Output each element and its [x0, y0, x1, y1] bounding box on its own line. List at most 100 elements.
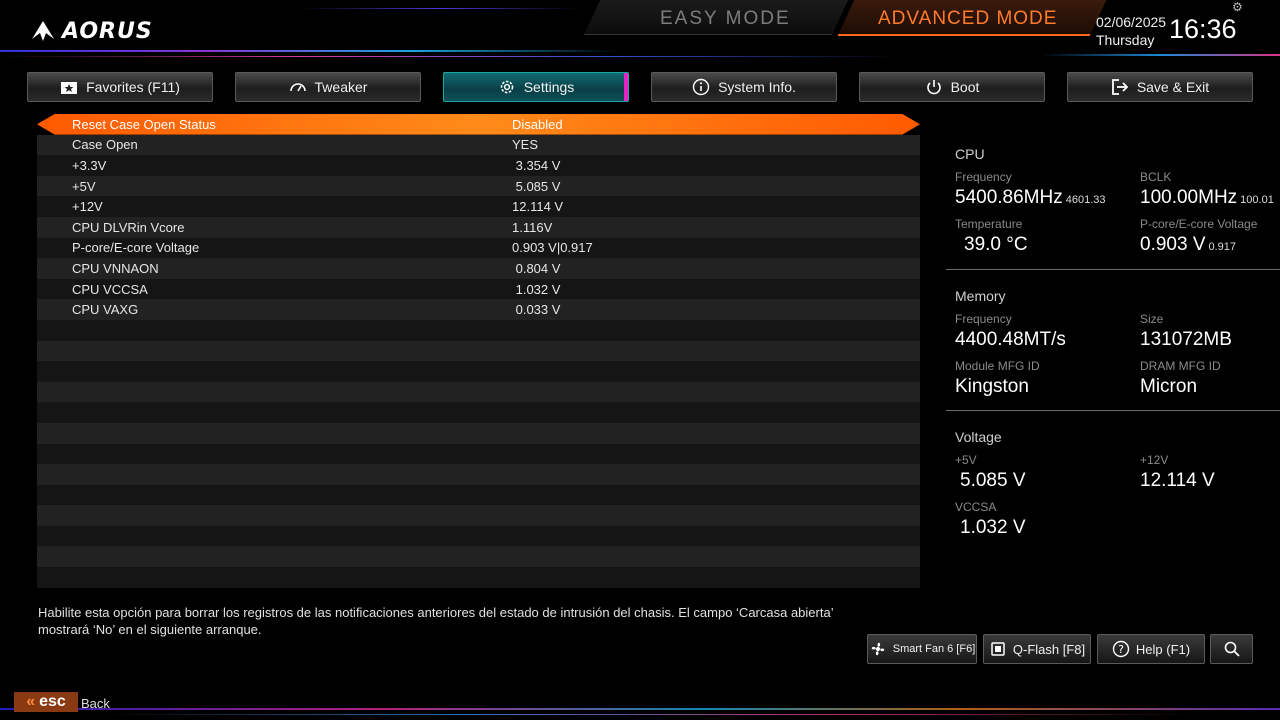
setting-value: 0.903 V|0.917: [512, 240, 593, 256]
cpu-frequency-value: 5400.86MHz 4601.33: [955, 187, 1106, 208]
decor-streak: [0, 50, 620, 52]
dram-mfg-label: DRAM MFG ID: [1140, 359, 1221, 373]
date: 02/06/2025: [1096, 14, 1167, 30]
v12-label: +12V: [1140, 453, 1169, 467]
setting-value: 12.114 V: [512, 199, 564, 215]
memory-size-label: Size: [1140, 312, 1164, 326]
help-button[interactable]: ? Help (F1): [1097, 634, 1205, 664]
setting-label: +5V: [72, 178, 96, 194]
tab-label: Settings: [523, 79, 575, 95]
v5-value: 5.085 V: [960, 470, 1026, 491]
v12-value: 12.114 V: [1140, 470, 1215, 491]
tab-boot[interactable]: Boot: [859, 72, 1045, 102]
empty-row: [37, 361, 920, 382]
module-mfg-value: Kingston: [955, 376, 1029, 397]
memory-section: Memory Frequency 4400.48MT/s Size 131072…: [946, 272, 1280, 412]
setting-label: CPU VAXG: [72, 302, 139, 318]
tab-save-exit[interactable]: Save & Exit: [1067, 72, 1253, 102]
button-label: Help (F1): [1135, 641, 1191, 657]
bclk-value: 100.00MHz 100.01: [1140, 187, 1274, 208]
settings-gear-icon[interactable]: ⚙: [1232, 0, 1243, 14]
empty-row: [37, 484, 920, 506]
setting-value: YES: [512, 137, 539, 153]
setting-cpu-vaxg: CPU VAXG 0.033 V: [37, 299, 920, 320]
smart-fan-button[interactable]: Smart Fan 6 [F6]: [867, 634, 977, 664]
search-button[interactable]: [1210, 634, 1253, 664]
aorus-logo: AORUS: [30, 16, 153, 46]
setting-pcore-ecore-voltage: P-core/E-core Voltage 0.903 V|0.917: [37, 237, 920, 259]
empty-row: [37, 567, 920, 588]
setting-5v: +5V 5.085 V: [37, 175, 920, 197]
bclk-label: BCLK: [1140, 170, 1172, 184]
empty-row: [37, 525, 920, 547]
cpu-section: CPU Frequency 5400.86MHz 4601.33 BCLK 100…: [946, 130, 1280, 270]
setting-label: CPU VNNAON: [72, 260, 159, 276]
module-mfg-label: Module MFG ID: [955, 359, 1040, 373]
panel-divider: [946, 269, 1280, 270]
advanced-mode-button[interactable]: ADVANCED MODE: [878, 8, 1057, 30]
power-icon: [926, 80, 941, 95]
setting-value: 3.354 V: [512, 157, 561, 173]
tab-label: Boot: [950, 79, 980, 95]
setting-label: CPU VCCSA: [72, 281, 148, 297]
tab-system-info[interactable]: System Info.: [651, 72, 837, 102]
section-title: CPU: [955, 146, 985, 162]
voltage-section: Voltage +5V 5.085 V +12V 12.114 V VCCSA …: [946, 413, 1280, 553]
setting-label: CPU DLVRin Vcore: [72, 219, 185, 235]
info-icon: [692, 78, 710, 96]
tab-tweaker[interactable]: Tweaker: [235, 72, 421, 102]
button-label: Q-Flash [F8]: [1012, 641, 1086, 657]
empty-row: [37, 443, 920, 465]
tab-label: System Info.: [718, 79, 796, 95]
vccsa-value: 1.032 V: [960, 517, 1026, 538]
cpu-voltage-label: P-core/E-core Voltage: [1140, 217, 1258, 231]
search-icon: [1224, 641, 1240, 657]
top-bar: AORUS EASY MODE ADVANCED MODE 02/06/2025…: [0, 0, 1280, 64]
decor-streak: [1040, 54, 1280, 56]
empty-row: [37, 546, 920, 568]
empty-row: [37, 340, 920, 362]
v5-label: +5V: [955, 453, 977, 467]
esc-button[interactable]: « esc: [14, 692, 78, 712]
tab-label: Favorites (F11): [86, 79, 180, 95]
panel-divider: [946, 410, 1280, 411]
cpu-frequency-label: Frequency: [955, 170, 1012, 184]
tab-settings[interactable]: Settings: [443, 72, 629, 102]
setting-12v: +12V 12.114 V: [37, 196, 920, 217]
logo-text: AORUS: [62, 18, 153, 44]
setting-value: 0.804 V: [512, 260, 561, 276]
setting-label: +3.3V: [72, 157, 107, 173]
setting-cpu-vccsa: CPU VCCSA 1.032 V: [37, 278, 920, 300]
gear-icon: [500, 80, 514, 94]
empty-row: [37, 422, 920, 444]
setting-value: 1.116V: [512, 219, 553, 235]
setting-label: Reset Case Open Status: [72, 116, 216, 132]
empty-row: [37, 464, 920, 485]
vccsa-label: VCCSA: [955, 500, 997, 514]
setting-case-open: Case Open YES: [37, 134, 920, 156]
qflash-button[interactable]: Q-Flash [F8]: [983, 634, 1091, 664]
exit-icon: [1111, 79, 1129, 95]
setting-value[interactable]: Disabled: [512, 117, 563, 132]
setting-label: +12V: [72, 199, 103, 215]
speedometer-icon: [289, 83, 306, 92]
decor-streak: [0, 56, 900, 57]
memory-size-value: 131072MB: [1140, 329, 1232, 350]
hardware-monitor-panel: CPU Frequency 5400.86MHz 4601.33 BCLK 100…: [946, 130, 1280, 270]
cpu-temperature-value: 39.0 °C: [964, 234, 1028, 255]
memory-frequency-value: 4400.48MT/s: [955, 329, 1066, 350]
help-description: Habilite esta opción para borrar los reg…: [38, 605, 834, 637]
easy-mode-button[interactable]: EASY MODE: [660, 8, 791, 30]
setting-3v3: +3.3V 3.354 V: [37, 155, 920, 176]
clock: 16:36: [1169, 14, 1237, 44]
setting-value: 5.085 V: [512, 178, 561, 194]
tab-favorites[interactable]: Favorites (F11): [27, 72, 213, 102]
empty-row: [37, 381, 920, 403]
section-title: Memory: [955, 288, 1006, 304]
chip-icon: [991, 642, 1005, 656]
setting-reset-case-open-status[interactable]: Reset Case Open Status Disabled: [37, 114, 920, 135]
empty-row: [37, 319, 920, 341]
setting-label: Case Open: [72, 137, 138, 153]
setting-value: 1.032 V: [512, 281, 561, 297]
decor-streak: [300, 8, 580, 9]
